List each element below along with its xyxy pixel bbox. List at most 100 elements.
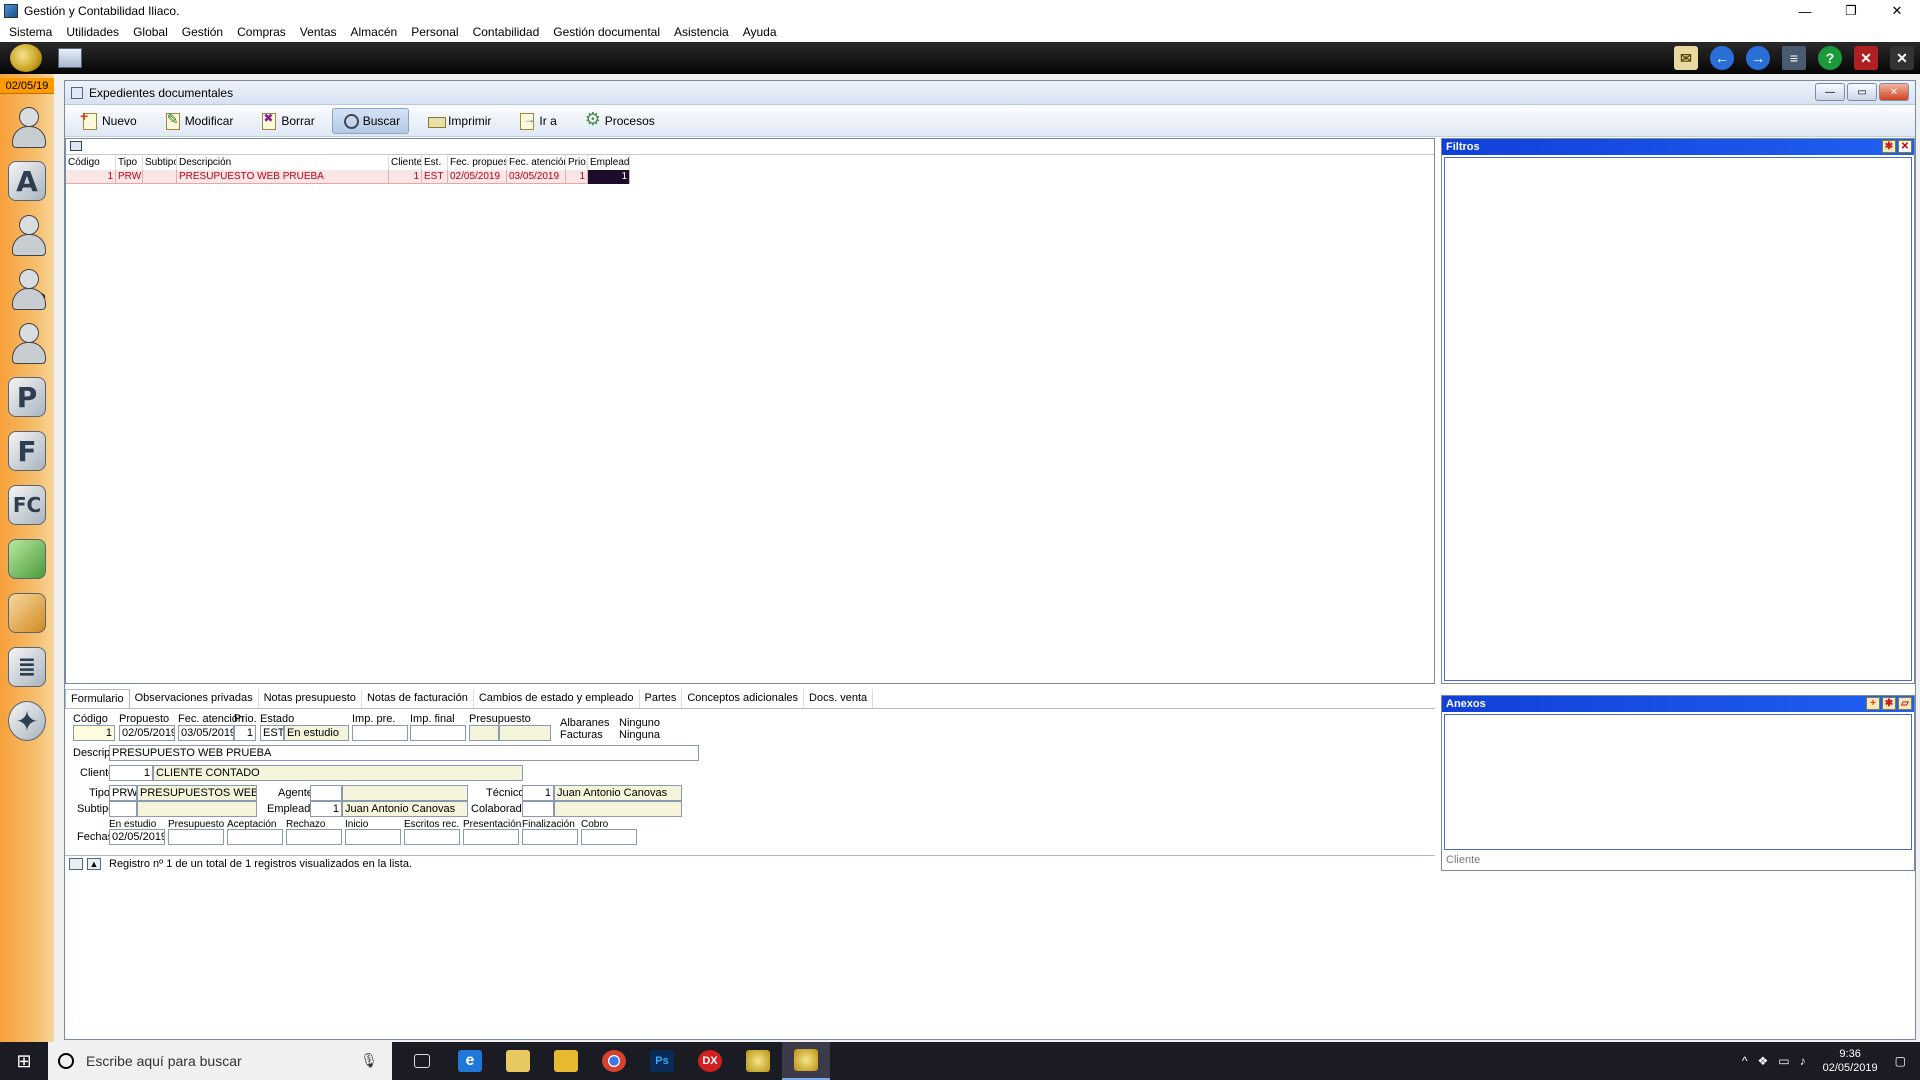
cell-empleado[interactable]: 1 (588, 170, 630, 184)
annexes-add-icon[interactable]: + (1866, 697, 1880, 710)
menu-ventas[interactable]: Ventas (293, 25, 344, 39)
microphone-icon[interactable]: 🎙 (360, 1052, 378, 1069)
menu-sistema[interactable]: Sistema (2, 25, 59, 39)
annexes-folder-icon[interactable]: ▱ (1898, 697, 1912, 710)
tab-partes[interactable]: Partes (640, 689, 683, 708)
tab-formulario[interactable]: Formulario (65, 689, 130, 708)
codigo-field[interactable]: 1 (73, 725, 115, 741)
status-grid-icon[interactable] (69, 857, 83, 870)
menu-global[interactable]: Global (126, 25, 175, 39)
procesos-button[interactable]: Procesos (574, 108, 664, 134)
bag-orange-icon[interactable] (5, 590, 49, 636)
fec-atencion-field[interactable]: 03/05/2019 (178, 725, 234, 741)
table-row[interactable]: 1 PRW PRESUPUESTO WEB PRUEBA 1 EST 02/05… (66, 170, 630, 184)
windows-start-icon[interactable]: ⊞ (0, 1042, 48, 1080)
mail-app-icon[interactable] (494, 1042, 542, 1080)
col-cliente[interactable]: Cliente (389, 155, 422, 170)
clock[interactable]: 9:36 02/05/2019 (1811, 1047, 1890, 1075)
restore-button[interactable]: ❐ (1828, 0, 1874, 22)
menu-utilidades[interactable]: Utilidades (59, 25, 126, 39)
filters-close-icon[interactable]: ✕ (1898, 140, 1912, 153)
grid-options-icon[interactable] (70, 141, 82, 151)
menu-ayuda[interactable]: Ayuda (736, 25, 784, 39)
buscar-button[interactable]: Buscar (331, 107, 410, 134)
estado-code-field[interactable]: EST (260, 725, 284, 741)
doc-maximize-button[interactable]: ▭ (1847, 83, 1877, 101)
col-empleado[interactable]: Empleado (588, 155, 630, 170)
colaborador-code-field[interactable] (522, 801, 554, 817)
menu-personal[interactable]: Personal (404, 25, 465, 39)
logo-icon[interactable] (10, 44, 42, 72)
imp-final-field[interactable] (410, 725, 466, 741)
prio-field[interactable]: 1 (234, 725, 256, 741)
ir-a-button[interactable]: Ir a (508, 108, 565, 134)
gestion-app-active-icon[interactable] (782, 1042, 830, 1080)
status-collapse-icon[interactable]: ▲ (87, 857, 101, 870)
subtipo-code-field[interactable] (109, 801, 137, 817)
notifications-icon[interactable]: ▢ (1890, 1054, 1920, 1068)
date-field-en-estudio[interactable]: 02/05/2019 (109, 829, 165, 845)
chrome-icon[interactable] (590, 1042, 638, 1080)
task-view-icon[interactable] (398, 1042, 446, 1080)
bag-green-icon[interactable] (5, 536, 49, 582)
folder-icon[interactable] (58, 48, 82, 68)
menu-asistencia[interactable]: Asistencia (667, 25, 736, 39)
date-field-inicio[interactable] (345, 829, 401, 845)
descrip-field[interactable]: PRESUPUESTO WEB PRUEBA (109, 745, 699, 761)
date-field-cobro[interactable] (581, 829, 637, 845)
tab-docs-venta[interactable]: Docs. venta (804, 689, 874, 708)
annexes-pin-icon[interactable]: ✱ (1882, 697, 1896, 710)
date-field-rechazo[interactable] (286, 829, 342, 845)
provider-icon[interactable]: P (5, 266, 49, 312)
explorer-icon[interactable] (542, 1042, 590, 1080)
cliente-code-field[interactable]: 1 (109, 765, 153, 781)
close-button[interactable]: ✕ (1874, 0, 1920, 22)
col-subtipo[interactable]: Subtipo (143, 155, 177, 170)
users-group-icon[interactable] (5, 104, 49, 150)
dx-icon[interactable]: DX (686, 1042, 734, 1080)
filters-pin-icon[interactable]: ✱ (1882, 140, 1896, 153)
chevron-up-icon[interactable]: ^ (1737, 1054, 1753, 1068)
col-prio[interactable]: Prio. (566, 155, 588, 170)
mail-icon[interactable]: ✉ (1674, 46, 1698, 70)
date-field-escritos-rec[interactable] (404, 829, 460, 845)
borrar-button[interactable]: Borrar (250, 108, 323, 134)
back-arrow-icon[interactable]: ← (1710, 46, 1734, 70)
tab-notas-presupuesto[interactable]: Notas presupuesto (259, 689, 362, 708)
menu-contabilidad[interactable]: Contabilidad (466, 25, 547, 39)
col-tipo[interactable]: Tipo (116, 155, 143, 170)
imprimir-button[interactable]: Imprimir (417, 108, 500, 134)
doc-close-button[interactable]: ✕ (1879, 83, 1909, 101)
doc-minimize-button[interactable]: — (1815, 83, 1845, 101)
minimize-button[interactable]: — (1782, 0, 1828, 22)
volume-icon[interactable]: ♪ (1795, 1054, 1811, 1068)
tab-observaciones-privadas[interactable]: Observaciones privadas (130, 689, 259, 708)
nuevo-button[interactable]: Nuevo (71, 108, 146, 134)
photoshop-icon[interactable]: Ps (638, 1042, 686, 1080)
dropbox-icon[interactable]: ❖ (1752, 1054, 1773, 1068)
support-icon[interactable]: ✦ (5, 698, 49, 744)
modificar-button[interactable]: Modificar (154, 108, 243, 134)
date-field-finalizacion[interactable] (522, 829, 578, 845)
date-field-presentacion[interactable] (463, 829, 519, 845)
help-icon[interactable]: ? (1818, 46, 1842, 70)
col-fec-propues[interactable]: Fec. propues. (448, 155, 507, 170)
col-descripcion[interactable]: Descripción (177, 155, 389, 170)
invoice-icon[interactable]: F (5, 428, 49, 474)
client-icon[interactable] (5, 212, 49, 258)
propuesto-field[interactable]: 02/05/2019 (119, 725, 175, 741)
purchase-invoice-icon[interactable]: FC (5, 482, 49, 528)
menu-compras[interactable]: Compras (230, 25, 293, 39)
forward-arrow-icon[interactable]: → (1746, 46, 1770, 70)
tab-cambios-estado[interactable]: Cambios de estado y empleado (474, 689, 640, 708)
close-window-icon[interactable]: ✕ (1854, 46, 1878, 70)
taskbar-search[interactable]: Escribe aquí para buscar 🎙 (48, 1042, 392, 1080)
col-est[interactable]: Est. (422, 155, 448, 170)
menu-gestion[interactable]: Gestión (175, 25, 230, 39)
menu-almacen[interactable]: Almacén (344, 25, 405, 39)
date-field-aceptacion[interactable] (227, 829, 283, 845)
close-all-icon[interactable]: ✕ (1890, 46, 1914, 70)
ledger-icon[interactable]: ≣ (5, 644, 49, 690)
agente-code-field[interactable] (310, 785, 342, 801)
col-codigo[interactable]: Código (66, 155, 116, 170)
